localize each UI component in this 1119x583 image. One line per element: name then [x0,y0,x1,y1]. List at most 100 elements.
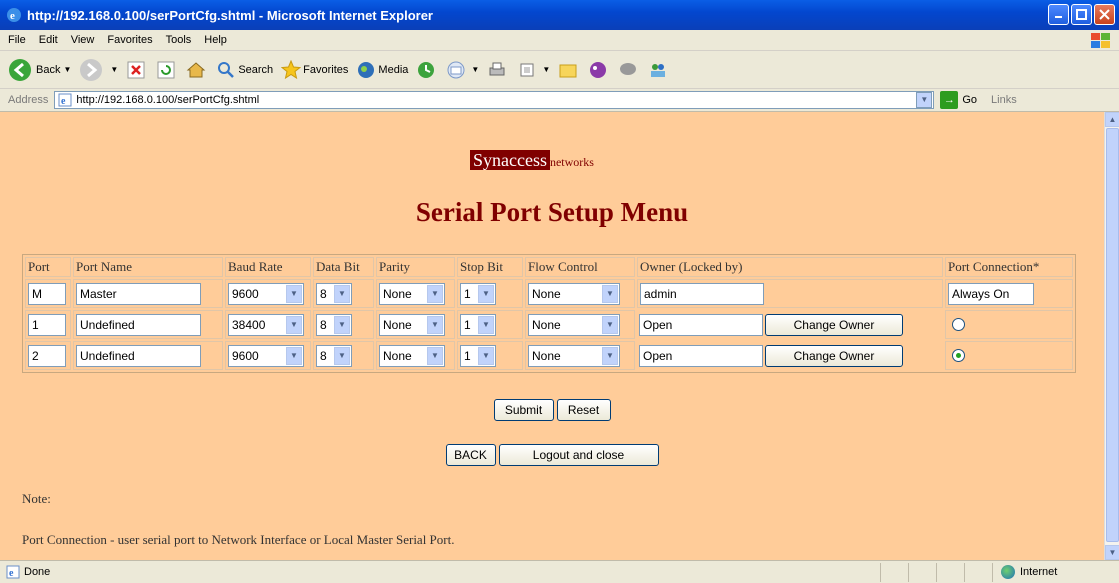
reset-button[interactable]: Reset [556,399,611,421]
scroll-thumb[interactable] [1106,128,1119,542]
baud-rate-select[interactable]: 9600 ▼ [228,344,304,367]
edit-button[interactable]: ▼ [517,60,550,80]
chevron-down-icon: ▼ [63,65,72,74]
maximize-button[interactable] [1071,4,1092,25]
close-icon [1099,9,1110,20]
brand-name: Synaccess [470,150,550,170]
minimize-button[interactable] [1048,4,1069,25]
history-button[interactable] [416,60,438,80]
security-zone: Internet [992,562,1119,582]
data-bit-select[interactable]: 8 ▼ [316,313,352,336]
owner-field[interactable]: admin [640,282,764,305]
search-icon [218,61,235,78]
address-input[interactable]: e http://192.168.0.100/serPortCfg.shtml … [54,91,935,109]
search-button[interactable]: Search [216,60,273,80]
port-name-input[interactable]: Undefined [76,344,201,367]
messenger-button[interactable] [588,60,610,80]
port-id-field[interactable]: 1 [28,313,66,336]
submit-button[interactable]: Submit [493,399,554,421]
chevron-down-icon: ▼ [478,284,494,303]
stop-icon [127,61,145,78]
port-name-input[interactable]: Master [76,282,201,305]
ie-page-icon: e [6,565,20,579]
menu-view[interactable]: View [71,34,95,46]
folder-button[interactable] [558,60,580,80]
refresh-button[interactable] [156,60,178,80]
scroll-up-icon[interactable]: ▲ [1105,112,1119,127]
status-cell [964,562,992,582]
address-label: Address [8,94,49,106]
data-bit-select[interactable]: 8 ▼ [316,282,352,305]
header-port: Port [25,257,71,277]
forward-button[interactable]: ▼ [79,58,118,82]
parity-select[interactable]: None ▼ [379,313,445,336]
window-titlebar: e http://192.168.0.100/serPortCfg.shtml … [0,0,1119,30]
chevron-down-icon: ▼ [427,284,443,303]
port-connection-field[interactable]: Always On [948,282,1034,305]
links-button[interactable]: Links [991,94,1017,106]
chevron-down-icon: ▼ [427,346,443,365]
table-row: 2 Undefined 9600 ▼ 8 ▼ None ▼ 1 ▼ None ▼ Open… [25,341,1073,370]
change-owner-button[interactable]: Change Owner [765,344,903,367]
svg-text:e: e [10,10,15,22]
stop-button[interactable] [126,60,148,80]
baud-rate-select[interactable]: 9600 ▼ [228,282,304,305]
note-label: Note: [22,491,51,506]
parity-select[interactable]: None ▼ [379,282,445,305]
ie-icon: e [7,8,21,22]
owner-field[interactable]: Open [639,344,763,367]
window-controls [1048,4,1115,25]
flow-control-select[interactable]: None ▼ [528,282,620,305]
change-owner-button[interactable]: Change Owner [765,313,903,336]
menu-file[interactable]: File [8,34,26,46]
minimize-icon [1055,16,1062,18]
discuss-button[interactable] [618,60,640,80]
stop-bit-select[interactable]: 1 ▼ [460,313,496,336]
scroll-down-icon[interactable]: ▼ [1105,545,1119,560]
port-id-field[interactable]: 2 [28,344,66,367]
port-id-field[interactable]: M [28,282,66,305]
port-name-input[interactable]: Undefined [76,313,201,336]
flow-control-select[interactable]: None ▼ [528,344,620,367]
go-button[interactable]: → Go [940,91,977,109]
port-connection-radio[interactable] [952,349,965,362]
back-button[interactable]: Back ▼ [8,58,71,82]
logout-button[interactable]: Logout and close [498,444,659,466]
header-owner: Owner (Locked by) [637,257,943,277]
table-row: M Master 9600 ▼ 8 ▼ None ▼ 1 ▼ None ▼ admin A… [25,279,1073,308]
home-button[interactable] [186,60,208,80]
people-icon [651,63,666,77]
status-cell [880,562,908,582]
status-bar: e Done Internet [0,560,1119,583]
chevron-down-icon: ▼ [542,65,551,74]
stop-bit-select[interactable]: 1 ▼ [460,282,496,305]
print-button[interactable] [487,60,509,80]
brand-suffix: networks [549,155,594,169]
media-button[interactable]: Media [356,60,408,80]
menu-tools[interactable]: Tools [166,34,192,46]
back-page-button[interactable]: BACK [445,444,496,466]
media-icon [358,61,375,78]
data-bit-select[interactable]: 8 ▼ [316,344,352,367]
stop-bit-select[interactable]: 1 ▼ [460,344,496,367]
menu-edit[interactable]: Edit [39,34,58,46]
address-dropdown-icon[interactable]: ▼ [916,92,933,108]
menu-favorites[interactable]: Favorites [107,34,152,46]
mail-button[interactable]: ▼ [446,60,479,80]
menu-bar: File Edit View Favorites Tools Help [0,30,1119,51]
close-button[interactable] [1094,4,1115,25]
owner-field[interactable]: Open [639,313,763,336]
flow-control-select[interactable]: None ▼ [528,313,620,336]
baud-rate-select[interactable]: 38400 ▼ [228,313,304,336]
menu-help[interactable]: Help [204,34,227,46]
favorites-button[interactable]: Favorites [281,59,348,80]
contacts-button[interactable] [648,60,670,80]
header-baud-rate: Baud Rate [225,257,311,277]
history-icon [418,61,435,78]
table-row: 1 Undefined 38400 ▼ 8 ▼ None ▼ 1 ▼ None ▼ Ope… [25,310,1073,339]
vertical-scrollbar[interactable]: ▲ ▼ [1104,112,1119,560]
parity-select[interactable]: None ▼ [379,344,445,367]
chevron-down-icon: ▼ [602,346,618,365]
brand-logo: Synaccess networks [470,150,594,171]
port-connection-radio[interactable] [952,318,965,331]
